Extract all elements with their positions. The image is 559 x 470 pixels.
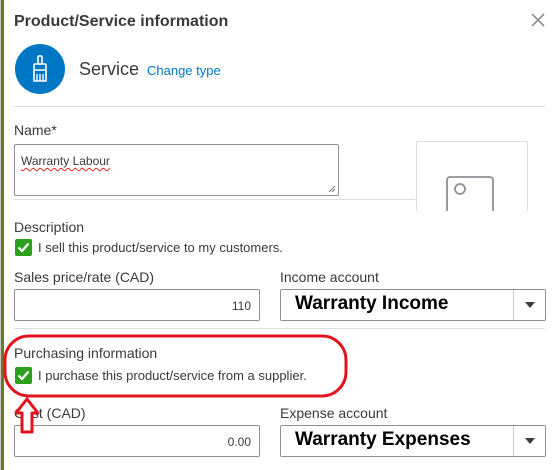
chevron-down-icon [524, 302, 535, 308]
left-edge-stripe [1, 0, 4, 470]
purchase-checkbox-label: I purchase this product/service from a s… [38, 368, 307, 383]
checkmark-icon [17, 242, 30, 253]
sell-checkbox[interactable] [15, 239, 32, 256]
income-account-label: Income account [280, 269, 379, 285]
expense-account-value: Warranty Expenses [295, 429, 471, 450]
purchasing-info-label: Purchasing information [14, 345, 158, 361]
change-type-link[interactable]: Change type [147, 63, 221, 78]
purchase-checkbox[interactable] [15, 367, 32, 384]
service-type-icon-badge [15, 44, 65, 94]
name-field-value: Warranty Labour [21, 154, 110, 168]
dialog-title: Product/Service information [14, 13, 229, 30]
resize-grip-icon[interactable] [328, 185, 336, 193]
name-field[interactable]: Warranty Labour [14, 144, 339, 196]
name-label: Name* [14, 122, 57, 138]
product-image-upload[interactable] [416, 141, 528, 211]
income-account-value: Warranty Income [295, 293, 449, 314]
image-placeholder-icon [446, 176, 494, 211]
expense-account-select[interactable]: Warranty Expenses [280, 425, 546, 457]
expense-account-label: Expense account [280, 405, 388, 421]
divider [14, 106, 545, 107]
divider [14, 328, 545, 329]
product-service-panel: Product/Service information Service Chan… [0, 0, 559, 470]
sell-checkbox-label: I sell this product/service to my custom… [38, 240, 283, 255]
income-account-dropdown[interactable] [513, 290, 545, 320]
close-button[interactable] [527, 9, 549, 31]
checkmark-icon [17, 370, 30, 381]
expense-account-dropdown[interactable] [513, 426, 545, 456]
sales-price-input[interactable]: 110 [14, 289, 260, 321]
paint-brush-icon [33, 55, 47, 82]
product-type-name: Service [79, 59, 140, 79]
income-account-select[interactable]: Warranty Income [280, 289, 546, 321]
chevron-down-icon [524, 438, 535, 444]
close-icon [531, 13, 545, 27]
divider [14, 199, 415, 200]
sales-price-label: Sales price/rate (CAD) [14, 269, 155, 285]
description-label: Description [14, 219, 85, 235]
cost-label: Cost (CAD) [14, 405, 86, 421]
cost-input[interactable]: 0.00 [14, 425, 260, 457]
